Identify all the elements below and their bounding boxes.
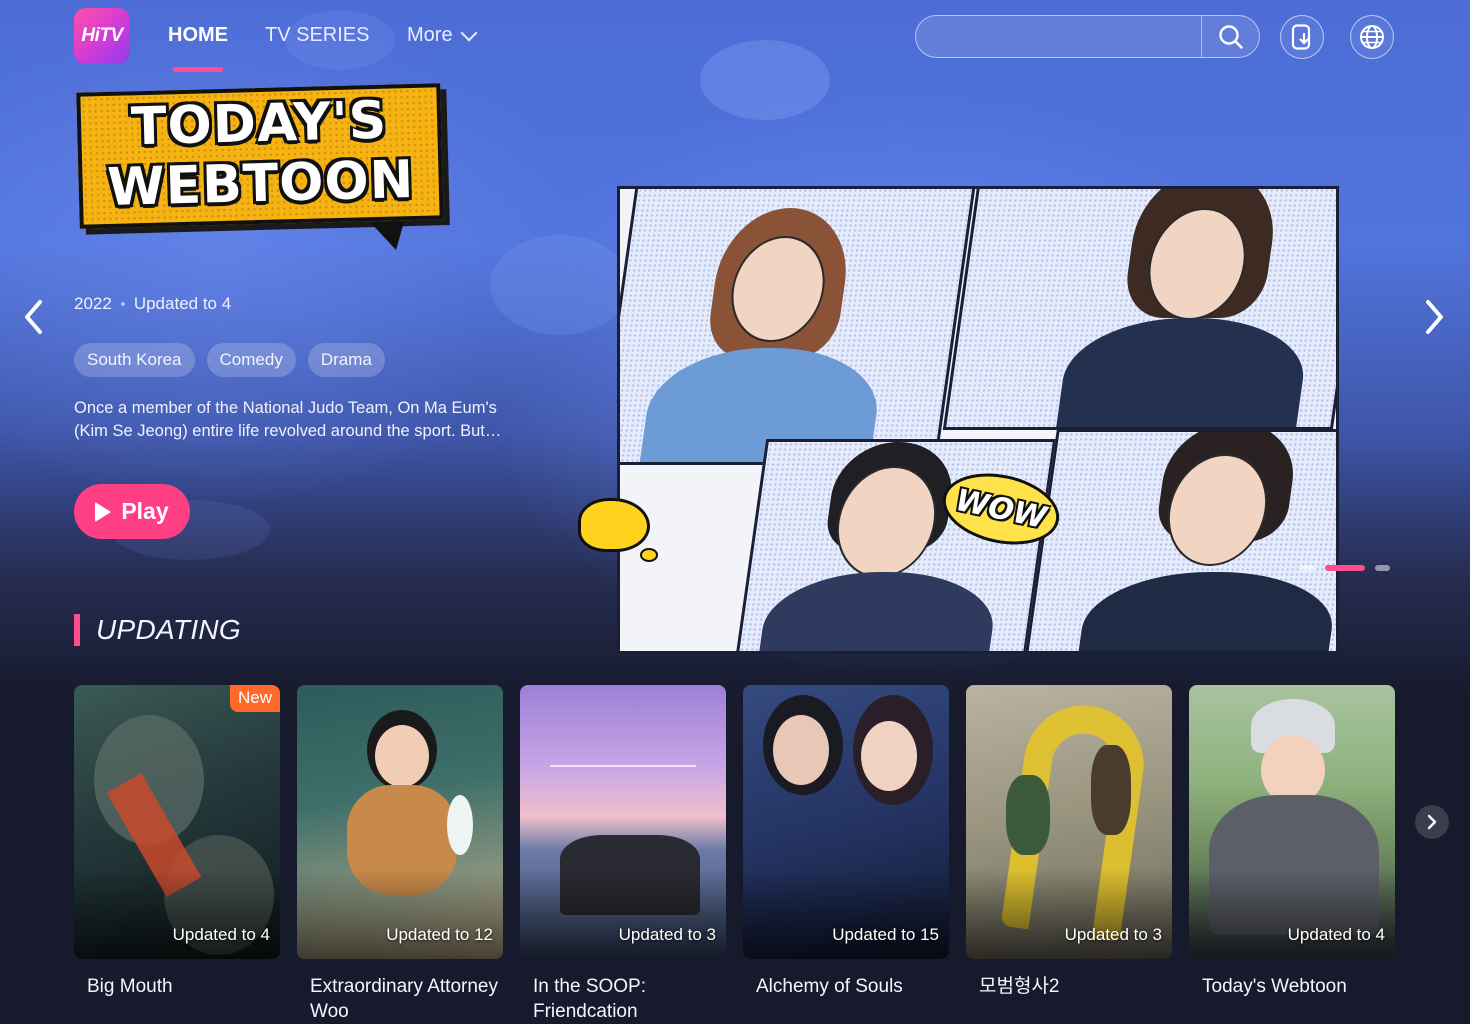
show-card[interactable]: Updated to 15 Alchemy of Souls bbox=[743, 685, 949, 1024]
tag-genre-comedy[interactable]: Comedy bbox=[206, 343, 296, 377]
play-icon bbox=[95, 501, 112, 522]
show-poster[interactable]: Updated to 4 bbox=[1189, 685, 1395, 959]
show-card[interactable]: Updated to 4 Today's Webtoon bbox=[1189, 685, 1395, 1024]
poster-gradient bbox=[966, 869, 1172, 959]
play-label: Play bbox=[121, 498, 169, 524]
episode-status: Updated to 4 bbox=[172, 925, 270, 944]
show-title[interactable]: Extraordinary Attorney Woo bbox=[297, 974, 503, 1024]
cards-next-button[interactable] bbox=[1415, 805, 1449, 839]
tag-country[interactable]: South Korea bbox=[74, 343, 195, 377]
section-accent-bar bbox=[74, 614, 80, 646]
search-input[interactable] bbox=[916, 16, 1201, 57]
search-button[interactable] bbox=[1201, 16, 1259, 57]
poster-gradient bbox=[743, 869, 949, 959]
title-bubble-tail bbox=[370, 222, 404, 250]
hero-description: Once a member of the National Judo Team,… bbox=[74, 397, 544, 443]
nav-more-label: More bbox=[407, 24, 453, 46]
carousel-dot-active[interactable] bbox=[1325, 565, 1365, 571]
show-poster[interactable]: New Updated to 4 bbox=[74, 685, 280, 959]
download-icon bbox=[1291, 24, 1311, 50]
hero-description-line2: (Kim Se Jeong) entire life revolved arou… bbox=[74, 422, 502, 440]
show-card[interactable]: Updated to 3 In the SOOP: Friendcation bbox=[520, 685, 726, 1024]
play-button[interactable]: Play bbox=[74, 484, 190, 539]
section-header-updating: UPDATING bbox=[74, 614, 241, 646]
logo-text: HiTV bbox=[81, 25, 123, 46]
download-app-button[interactable] bbox=[1280, 15, 1324, 59]
show-title[interactable]: In the SOOP: Friendcation bbox=[520, 974, 726, 1024]
nav-tv-series[interactable]: TV SERIES bbox=[265, 24, 369, 47]
chevron-left-icon[interactable] bbox=[22, 298, 44, 336]
show-title[interactable]: Today's Webtoon bbox=[1189, 974, 1395, 999]
chevron-right-icon bbox=[1427, 814, 1437, 830]
hero-banner-image[interactable]: WOW bbox=[617, 186, 1339, 654]
show-poster[interactable]: Updated to 12 bbox=[297, 685, 503, 959]
episode-status: Updated to 3 bbox=[1064, 925, 1162, 944]
comic-panel bbox=[733, 439, 1057, 651]
hero-year: 2022 bbox=[74, 294, 112, 313]
language-button[interactable] bbox=[1350, 15, 1394, 59]
hero-tags: South Korea Comedy Drama bbox=[74, 343, 385, 377]
comic-panel bbox=[1023, 429, 1336, 651]
show-card[interactable]: New Updated to 4 Big Mouth bbox=[74, 685, 280, 1024]
show-poster[interactable]: Updated to 15 bbox=[743, 685, 949, 959]
show-title[interactable]: Big Mouth bbox=[74, 974, 280, 999]
hero-update-status: Updated to 4 bbox=[133, 294, 232, 313]
episode-status: Updated to 4 bbox=[1287, 925, 1385, 944]
nav-active-indicator bbox=[173, 67, 223, 72]
top-navigation: HiTV HOME TV SERIES More bbox=[0, 0, 1470, 76]
hero-meta: 2022 Updated to 4 bbox=[74, 294, 231, 314]
hitv-logo[interactable]: HiTV bbox=[74, 8, 130, 64]
nav-home[interactable]: HOME bbox=[168, 24, 228, 47]
poster-gradient bbox=[297, 869, 503, 959]
show-card[interactable]: Updated to 3 모범형사2 bbox=[966, 685, 1172, 1024]
carousel-dot[interactable] bbox=[1300, 565, 1315, 571]
new-badge: New bbox=[229, 685, 280, 712]
show-title[interactable]: 모범형사2 bbox=[966, 974, 1172, 999]
meta-separator bbox=[120, 302, 125, 306]
yellow-splash-decoration bbox=[578, 498, 650, 552]
chevron-down-icon bbox=[460, 24, 478, 41]
hero-description-line1: Once a member of the National Judo Team,… bbox=[74, 399, 497, 417]
section-title: UPDATING bbox=[96, 614, 241, 645]
chevron-right-icon[interactable] bbox=[1424, 298, 1446, 336]
show-poster[interactable]: Updated to 3 bbox=[520, 685, 726, 959]
poster-gradient bbox=[520, 869, 726, 959]
comic-panel bbox=[620, 189, 976, 465]
episode-status: Updated to 12 bbox=[386, 925, 493, 944]
search-box bbox=[915, 15, 1260, 58]
poster-gradient bbox=[74, 869, 280, 959]
tag-genre-drama[interactable]: Drama bbox=[307, 343, 385, 377]
yellow-splash-dot bbox=[640, 548, 658, 562]
hero-title-logo: TODAY'S WEBTOON bbox=[76, 83, 444, 229]
episode-status: Updated to 15 bbox=[832, 925, 939, 944]
updating-cards-row: New Updated to 4 Big Mouth Updated to 12… bbox=[74, 685, 1395, 1024]
hero-title-line2: WEBTOON bbox=[106, 149, 415, 218]
nav-more[interactable]: More bbox=[407, 24, 478, 47]
globe-icon bbox=[1360, 25, 1384, 49]
search-icon bbox=[1218, 24, 1243, 49]
show-title[interactable]: Alchemy of Souls bbox=[743, 974, 949, 999]
poster-gradient bbox=[1189, 869, 1395, 959]
episode-status: Updated to 3 bbox=[618, 925, 716, 944]
comic-panel bbox=[942, 189, 1336, 430]
carousel-indicator bbox=[1300, 565, 1390, 571]
hero-title-line1: TODAY'S bbox=[130, 90, 388, 158]
show-poster[interactable]: Updated to 3 bbox=[966, 685, 1172, 959]
show-card[interactable]: Updated to 12 Extraordinary Attorney Woo bbox=[297, 685, 503, 1024]
carousel-dot[interactable] bbox=[1375, 565, 1390, 571]
